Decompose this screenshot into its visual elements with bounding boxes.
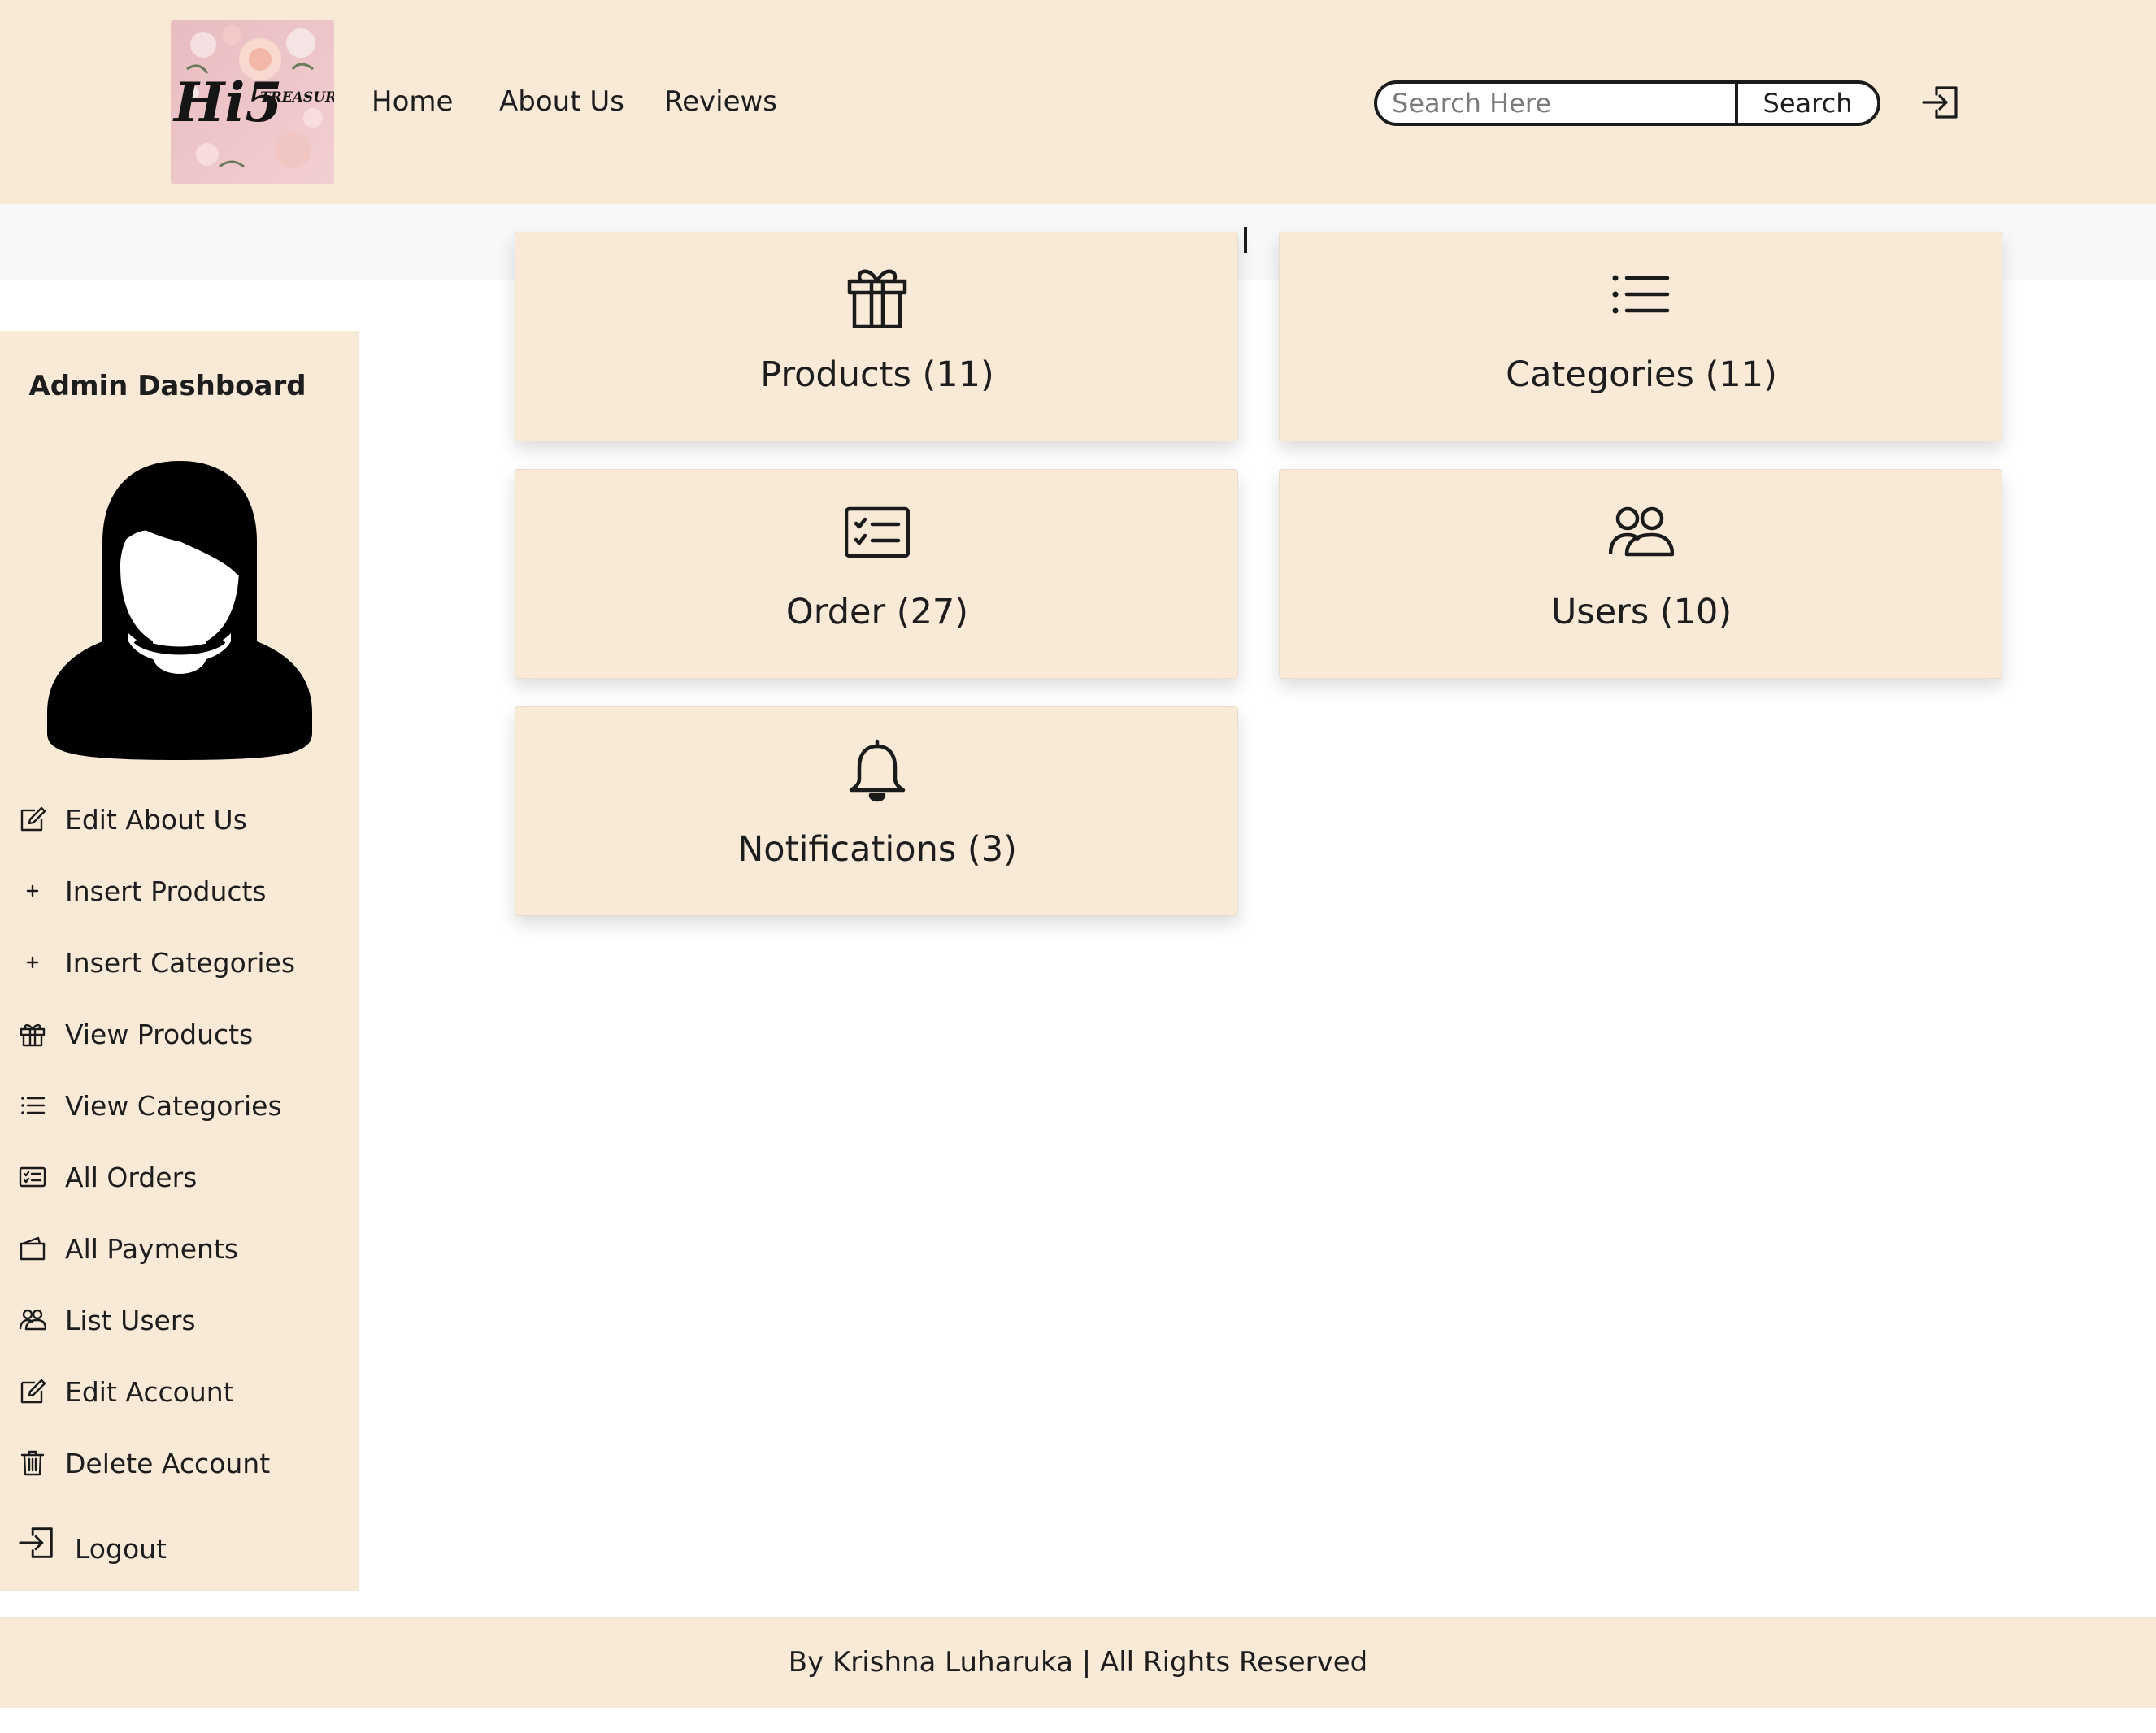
sidebar-item-insert-products[interactable]: Insert Products (16, 871, 267, 911)
edit-icon (16, 803, 49, 836)
sidebar-item-label: Insert Products (65, 875, 267, 907)
sidebar-item-delete-account[interactable]: Delete Account (16, 1443, 270, 1483)
edit-icon (16, 1375, 49, 1408)
footer-copyright: By Krishna Luharuka | All Rights Reserve… (788, 1646, 1368, 1679)
admin-sidebar: Admin Dashboard Edit About Us Insert Pro… (0, 331, 359, 1591)
card-label: Categories (11) (1506, 354, 1777, 395)
card-label: Users (10) (1550, 592, 1732, 632)
sidebar-item-list-users[interactable]: List Users (16, 1300, 196, 1340)
text-cursor (1244, 227, 1247, 253)
sidebar-item-label: View Categories (65, 1089, 282, 1122)
sidebar-item-label: Delete Account (65, 1447, 271, 1479)
card-label: Order (27) (785, 592, 969, 632)
login-icon[interactable] (1920, 81, 1963, 124)
sidebar-item-label: View Products (65, 1018, 254, 1050)
nav-reviews-link[interactable]: Reviews (664, 81, 777, 122)
plus-icon (16, 946, 49, 979)
gift-icon (16, 1018, 49, 1050)
sidebar-item-view-categories[interactable]: View Categories (16, 1085, 282, 1126)
brand-logo[interactable]: Hi5 TREASURES (171, 20, 334, 184)
sidebar-item-label: Logout (75, 1532, 167, 1565)
plus-icon (16, 875, 49, 907)
users-card[interactable]: Users (10) (1279, 469, 2002, 679)
people-icon (16, 1304, 49, 1336)
sidebar-item-edit-about-us[interactable]: Edit About Us (16, 799, 247, 840)
sidebar-item-all-orders[interactable]: All Orders (16, 1157, 197, 1197)
wallet-icon (16, 1232, 49, 1265)
logo-subtext: TREASURES (260, 89, 334, 106)
categories-card[interactable]: Categories (11) (1279, 232, 2002, 441)
sidebar-item-logout[interactable]: Logout (16, 1522, 167, 1565)
products-card[interactable]: Products (11) (515, 232, 1238, 441)
site-header: Hi5 TREASURES Home About Us Reviews Sear… (0, 0, 2156, 204)
card-checklist-icon (844, 501, 911, 566)
list-icon (1609, 263, 1674, 328)
sidebar-item-label: All Payments (65, 1232, 239, 1265)
search-form: Search (1374, 80, 1880, 126)
site-footer: By Krishna Luharuka | All Rights Reserve… (0, 1617, 2156, 1708)
card-label: Notifications (3) (737, 829, 1017, 870)
sidebar-item-insert-categories[interactable]: Insert Categories (16, 942, 295, 983)
trash-icon (16, 1447, 49, 1479)
sidebar-item-all-payments[interactable]: All Payments (16, 1228, 238, 1269)
notifications-card[interactable]: Notifications (3) (515, 706, 1238, 916)
card-checklist-icon (16, 1161, 49, 1193)
nav-about-us-link[interactable]: About Us (499, 81, 624, 122)
bell-icon (845, 738, 910, 803)
people-icon (1608, 501, 1675, 566)
sidebar-title: Admin Dashboard (28, 370, 306, 402)
sidebar-item-label: Insert Categories (65, 946, 296, 979)
sidebar-item-label: List Users (65, 1304, 196, 1336)
orders-card[interactable]: Order (27) (515, 469, 1238, 679)
card-label: Products (11) (760, 354, 994, 395)
gift-icon (845, 263, 910, 329)
sidebar-item-view-products[interactable]: View Products (16, 1014, 253, 1054)
search-button[interactable]: Search (1735, 84, 1877, 123)
list-icon (16, 1089, 49, 1122)
nav-home-link[interactable]: Home (372, 81, 453, 122)
login-icon (16, 1522, 59, 1564)
sidebar-item-edit-account[interactable]: Edit Account (16, 1371, 234, 1412)
sidebar-item-label: Edit About Us (65, 803, 247, 836)
user-avatar-icon (39, 453, 320, 762)
sidebar-item-label: Edit Account (65, 1375, 234, 1408)
sidebar-item-label: All Orders (65, 1161, 198, 1193)
search-input[interactable] (1377, 84, 1735, 123)
